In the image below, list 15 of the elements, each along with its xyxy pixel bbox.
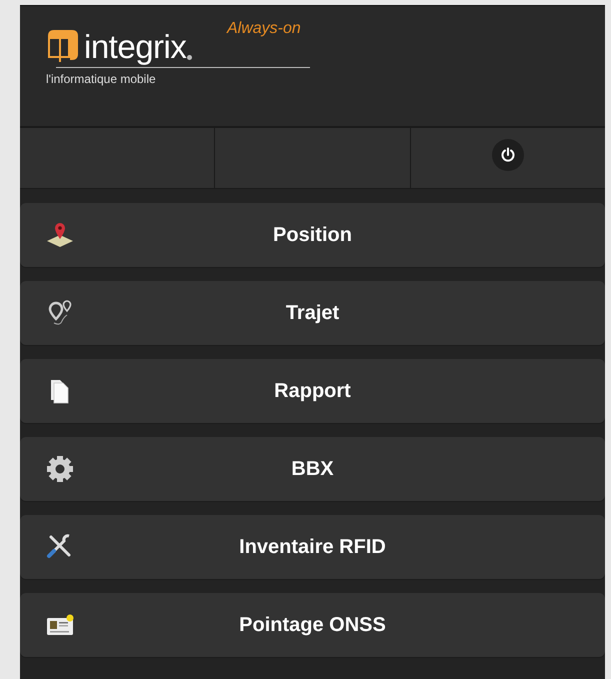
menu-button[interactable]: BBX: [20, 437, 605, 501]
gear-icon: [45, 454, 75, 484]
menu-button[interactable]: Position: [20, 203, 605, 267]
brand-subtitle: l'informatique mobile: [46, 72, 156, 86]
menu-button[interactable]: Inventaire RFID: [20, 515, 605, 579]
map-pin-icon: [45, 221, 75, 249]
menu-button[interactable]: Pointage ONSS: [20, 593, 605, 657]
menu-button[interactable]: Rapport: [20, 359, 605, 423]
menu-button[interactable]: Trajet: [20, 281, 605, 345]
logo-icon: [46, 28, 80, 64]
brand-tagline: Always-on: [227, 20, 301, 38]
power-button[interactable]: [492, 139, 524, 171]
id-card-icon: [45, 612, 75, 638]
power-icon: [500, 147, 516, 163]
brand-name: integrix: [84, 30, 186, 64]
